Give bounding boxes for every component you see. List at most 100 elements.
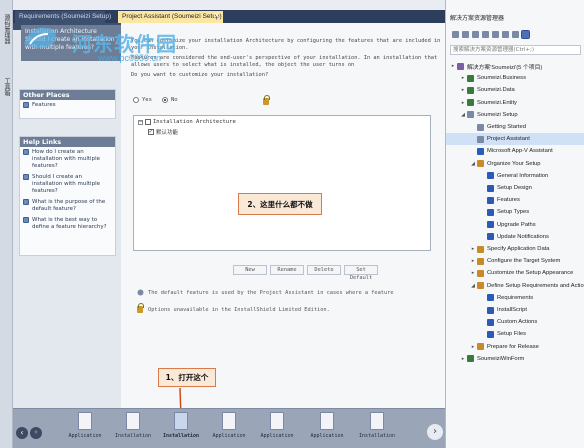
tree-item[interactable]: Custom Actions [480, 316, 537, 328]
tree-item-icon [487, 330, 494, 338]
tree-item[interactable]: ▸ SoumeiziWinForm [460, 353, 524, 365]
tree-item-label: Soumeizi.Business [477, 75, 526, 82]
tree-item-label: Setup Types [497, 209, 530, 216]
tree-item-label: Customize the Setup Appearance [487, 270, 574, 277]
tree-item-label: Requirements [497, 294, 534, 301]
tree-item-label: General Information [497, 172, 549, 179]
tree-item-label: Prepare for Release [487, 343, 539, 350]
tree-item[interactable]: Getting Started [470, 121, 526, 133]
expand-arrow-icon[interactable]: ▸ [450, 63, 456, 69]
tree-item-icon [467, 111, 474, 119]
page-icon [370, 412, 384, 430]
nav-item[interactable]: Installation [353, 412, 401, 439]
nav-label: Application [260, 433, 294, 439]
collapse-all-icon[interactable] [502, 30, 509, 38]
home-icon[interactable] [472, 30, 479, 38]
sync-icon[interactable] [482, 30, 489, 38]
tree-item-label: Specify Application Data [487, 246, 550, 252]
nav-label: Installation [358, 433, 396, 439]
nav-label: Installation [114, 433, 152, 439]
tree-item-icon [487, 318, 494, 326]
solution-explorer: 解决方案资源管理器 搜索解决方案资源管理器(Ctrl+;) ▸ 解决方案'Soum… [445, 0, 584, 448]
tree-item[interactable]: ◢ Organize Your Setup [470, 158, 541, 170]
home-button[interactable]: ◦ [30, 427, 42, 439]
tree-item-label: Project Assistant [487, 136, 530, 143]
tree-item-icon [467, 355, 474, 363]
tree-item[interactable]: Setup Design [480, 182, 532, 194]
next-button[interactable]: › [427, 424, 443, 440]
solution-explorer-title: 解决方案资源管理器 [446, 14, 584, 24]
expand-arrow-icon[interactable]: ◢ [470, 283, 476, 289]
tree-item[interactable]: ◢ Soumeizi Setup [460, 109, 518, 121]
solution-explorer-toolbar [446, 27, 584, 41]
tree-item[interactable]: Requirements [480, 292, 533, 304]
show-all-files-icon[interactable] [521, 29, 530, 39]
nav-item[interactable]: Application [205, 412, 253, 439]
tree-item-label: SoumeiziWinForm [477, 355, 525, 362]
refresh-icon[interactable] [492, 30, 499, 38]
tree-item[interactable]: InstallScript [480, 304, 527, 316]
tree-item[interactable]: ▸ Soumeizi.Data [460, 84, 515, 96]
nav-item[interactable]: Application [61, 412, 109, 439]
tree-item-icon [487, 172, 494, 180]
expand-arrow-icon[interactable]: ◢ [460, 112, 466, 118]
tree-item-label: Upgrade Paths [497, 221, 536, 228]
expand-arrow-icon[interactable]: ▸ [470, 258, 476, 264]
tree-item-icon [477, 123, 484, 131]
expand-arrow-icon[interactable]: ◢ [470, 161, 476, 167]
tree-item[interactable]: Microsoft App-V Assistant [470, 145, 553, 157]
tree-item[interactable]: ◢ Define Setup Requirements and Actions [470, 280, 584, 292]
back-button[interactable]: ‹ [16, 427, 28, 439]
tree-item-label: Soumeizi.Data [477, 87, 515, 94]
bottom-navigation-bar: ‹ ◦ Application Installation Installatio… [13, 408, 445, 448]
nav-item[interactable]: Application [253, 412, 301, 439]
tree-item-icon [487, 208, 494, 216]
tree-item-label: 解决方案'Soumeizi'(5 个项目) [467, 64, 543, 71]
tree-item[interactable]: Upgrade Paths [480, 219, 536, 231]
tree-item-label: Update Notifications [497, 233, 549, 240]
forward-icon[interactable] [462, 30, 469, 38]
tree-item-icon [467, 86, 474, 94]
expand-arrow-icon[interactable]: ▸ [460, 100, 466, 106]
tree-item[interactable]: Update Notifications [480, 231, 549, 243]
expand-arrow-icon[interactable]: ▸ [460, 87, 466, 93]
tree-item[interactable]: ▸ Configure the Target System [470, 255, 560, 267]
tree-item[interactable]: Setup Files [480, 328, 526, 340]
tree-item[interactable]: General Information [480, 170, 548, 182]
expand-arrow-icon[interactable]: ▸ [470, 344, 476, 350]
architecture-icon [174, 412, 188, 430]
tree-item[interactable]: Setup Types [480, 206, 529, 218]
tree-item-label: Features [497, 197, 520, 204]
nav-item[interactable]: Installation [109, 412, 157, 439]
nav-item-installation-architecture[interactable]: Installation [157, 412, 205, 439]
tree-item-icon [487, 196, 494, 204]
properties-icon[interactable] [512, 30, 519, 38]
expand-arrow-icon[interactable]: ▸ [470, 246, 476, 252]
tree-item-label: Setup Files [497, 331, 526, 338]
tree-item[interactable]: Features [480, 194, 520, 206]
tree-item[interactable]: ▸ Soumeizi.Business [460, 72, 526, 84]
tree-item-label: Microsoft App-V Assistant [487, 148, 553, 155]
expand-arrow-icon[interactable]: ▸ [460, 356, 466, 362]
tree-item-icon [467, 99, 474, 107]
tree-item[interactable]: ▸ Customize the Setup Appearance [470, 267, 573, 279]
tree-item-label: Define Setup Requirements and Actions [487, 282, 584, 289]
expand-arrow-icon[interactable]: ▸ [470, 270, 476, 276]
tree-item-label: Soumeizi.Entity [477, 99, 517, 106]
nav-item[interactable]: Application [303, 412, 351, 439]
tree-item-icon [457, 62, 464, 70]
expand-arrow-icon[interactable]: ▸ [460, 75, 466, 81]
tree-item-icon [487, 294, 494, 302]
tree-item[interactable]: ▸ Prepare for Release [470, 341, 539, 353]
tree-item-label: InstallScript [497, 307, 527, 313]
tree-item[interactable]: ▸ Soumeizi.Entity [460, 97, 517, 109]
nav-label: Application [310, 433, 344, 439]
page-icon [222, 412, 236, 430]
tree-item-icon [477, 282, 484, 290]
tree-item[interactable]: Project Assistant [446, 133, 584, 146]
page-icon [78, 412, 92, 430]
solution-search-input[interactable]: 搜索解决方案资源管理器(Ctrl+;) [450, 45, 581, 55]
tree-item[interactable]: ▸ Specify Application Data [470, 243, 550, 255]
back-icon[interactable] [452, 30, 459, 38]
tree-item[interactable]: ▸ 解决方案'Soumeizi'(5 个项目) [450, 60, 542, 72]
